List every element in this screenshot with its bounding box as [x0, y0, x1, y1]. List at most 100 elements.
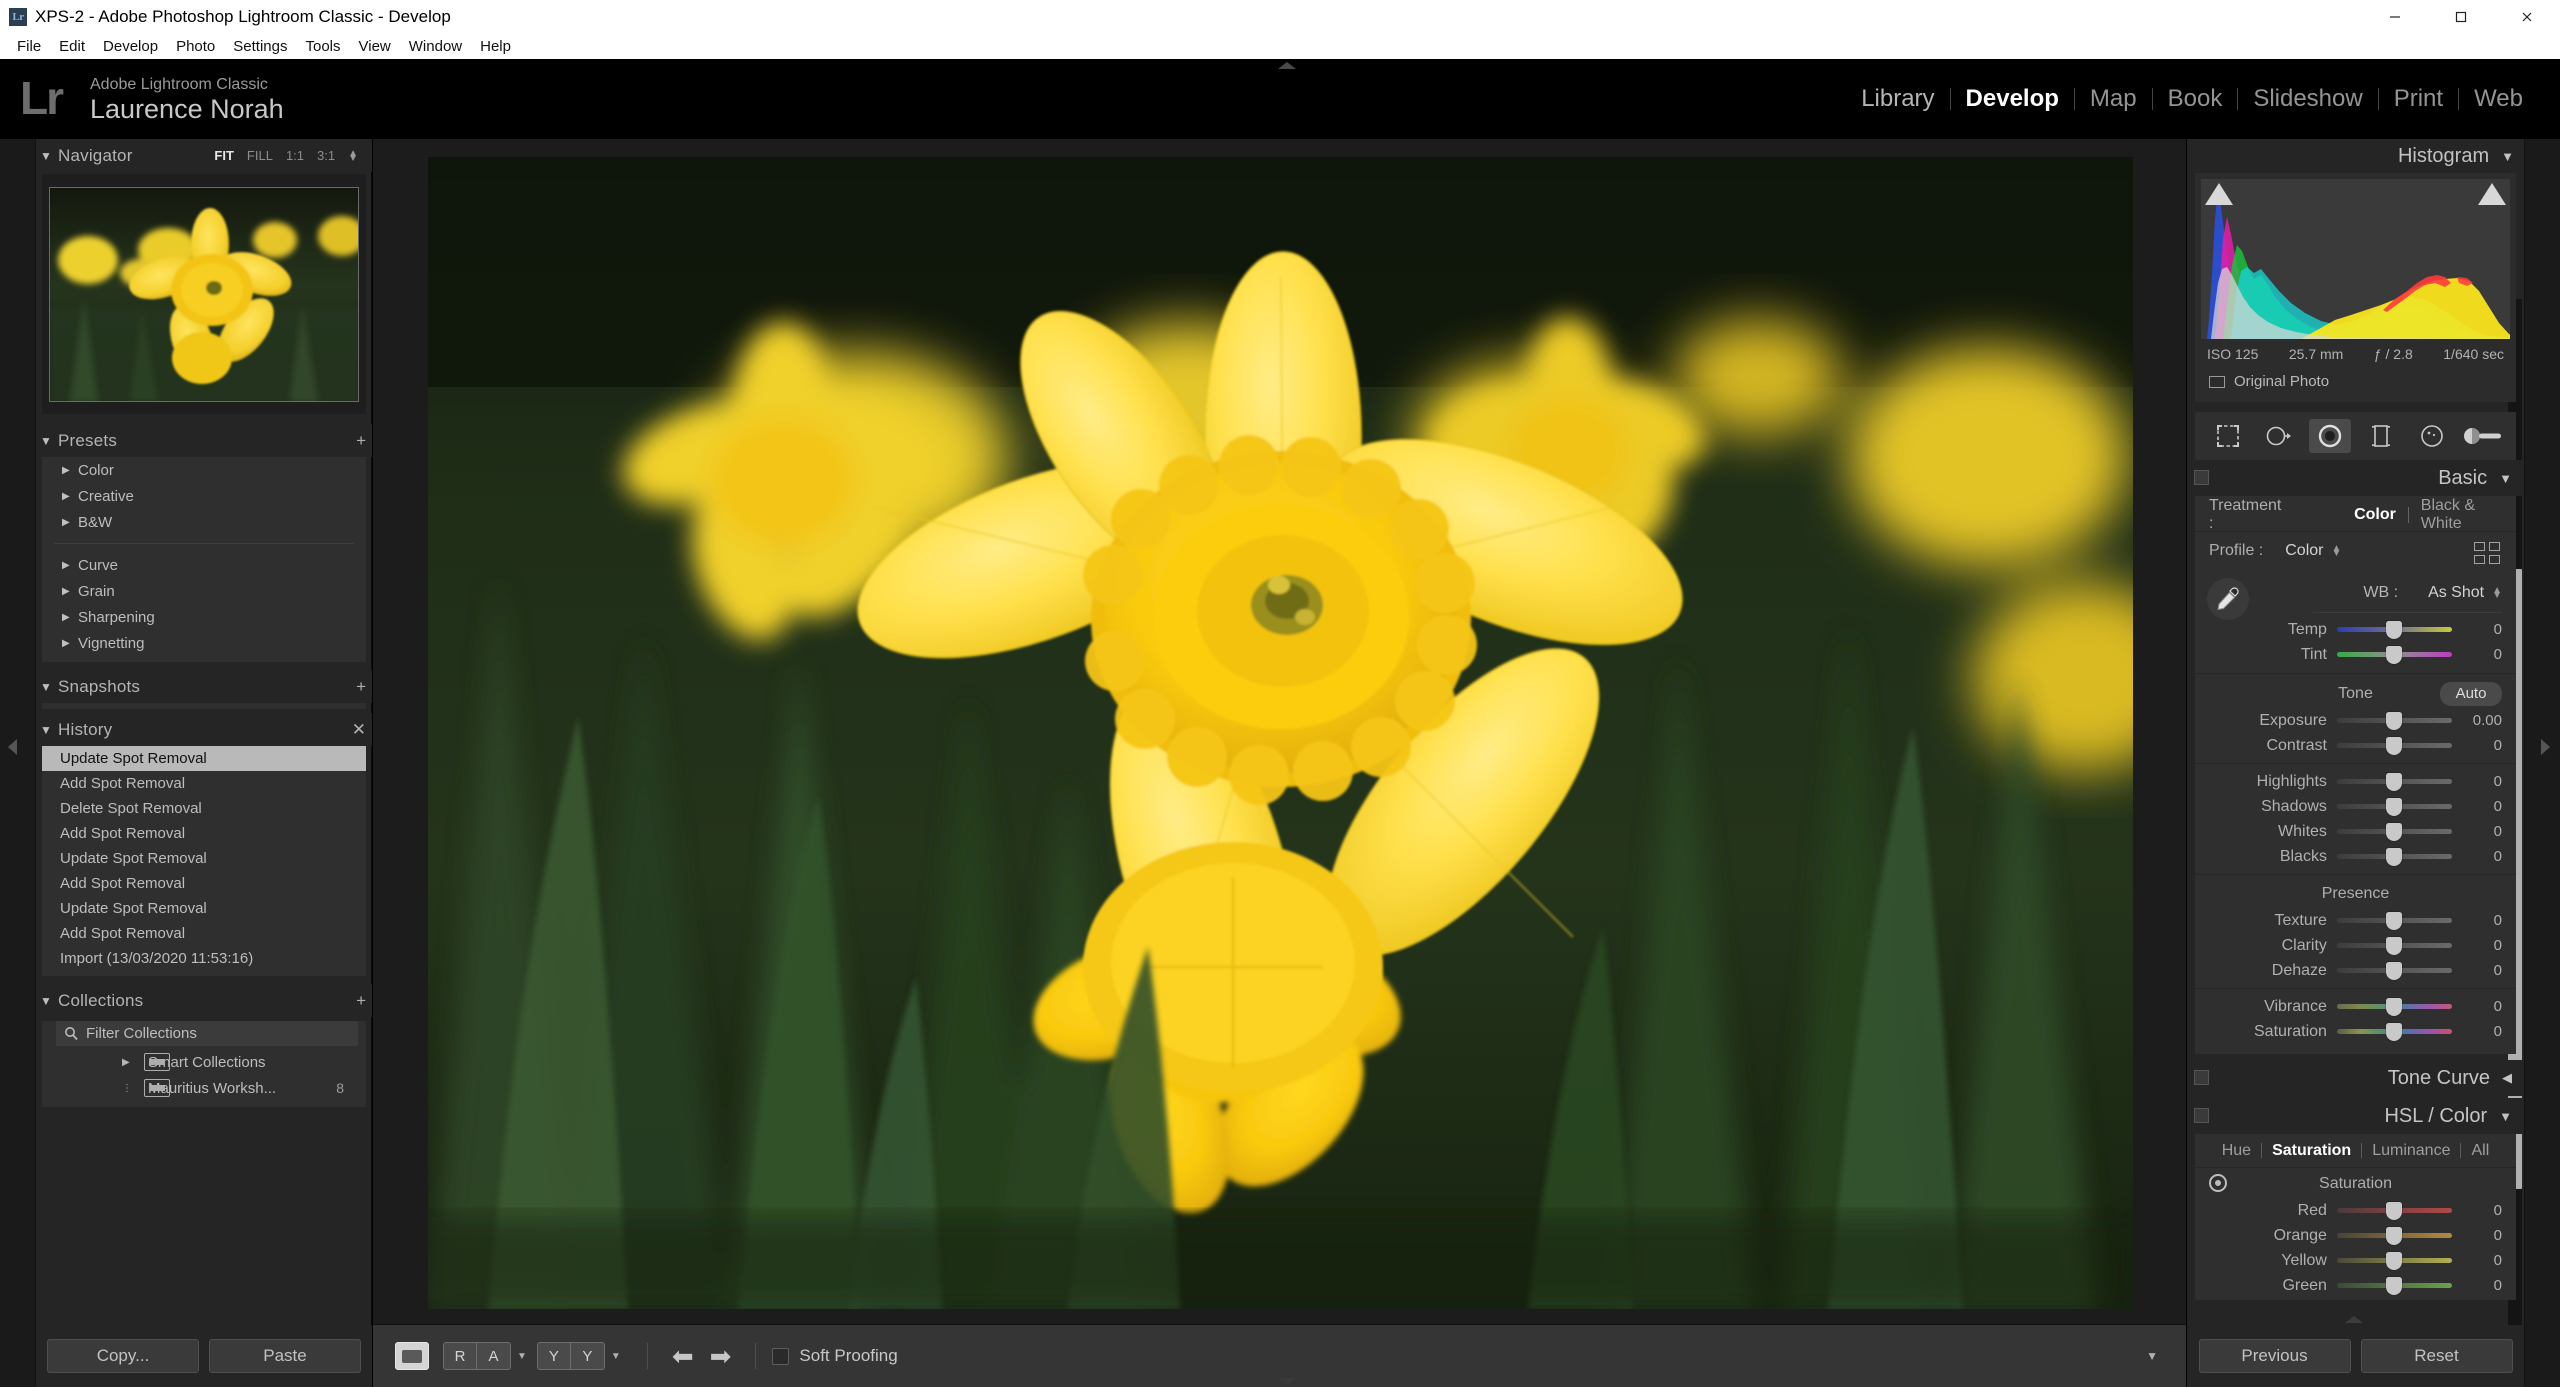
- zoom-fit[interactable]: FIT: [214, 148, 234, 163]
- texture-slider-knob[interactable]: [2386, 912, 2403, 930]
- before-view-button[interactable]: Y: [536, 1342, 571, 1370]
- radial-filter-icon[interactable]: [2411, 419, 2453, 453]
- profile-value[interactable]: Color: [2285, 542, 2323, 560]
- history-item[interactable]: Add Spot Removal: [42, 821, 366, 846]
- hsl-orange-value[interactable]: 0: [2466, 1227, 2516, 1244]
- snapshots-disclosure-icon[interactable]: ▼: [40, 680, 58, 694]
- histogram-header[interactable]: Histogram ▼: [2187, 139, 2524, 173]
- add-preset-icon[interactable]: +: [356, 432, 366, 449]
- wb-value[interactable]: As Shot: [2428, 584, 2484, 602]
- hsl-tab-luminance[interactable]: Luminance: [2372, 1142, 2450, 1160]
- histogram-disclosure-icon[interactable]: ▼: [2501, 149, 2514, 164]
- tone-curve-header[interactable]: Tone Curve ◀: [2187, 1060, 2524, 1096]
- basic-disclosure-icon[interactable]: ▼: [2499, 471, 2512, 486]
- module-book[interactable]: Book: [2153, 85, 2238, 113]
- menu-settings[interactable]: Settings: [224, 37, 296, 56]
- hsl-green-value[interactable]: 0: [2466, 1277, 2516, 1294]
- eyedropper-icon[interactable]: [2207, 578, 2249, 620]
- menu-tools[interactable]: Tools: [296, 37, 349, 56]
- presets-disclosure-icon[interactable]: ▼: [40, 434, 58, 448]
- loupe-view-button[interactable]: [395, 1342, 429, 1370]
- history-item[interactable]: Delete Spot Removal: [42, 796, 366, 821]
- profile-grid-icon[interactable]: [2474, 542, 2500, 564]
- whites-slider-knob[interactable]: [2386, 823, 2403, 841]
- copy-button[interactable]: Copy...: [47, 1339, 199, 1373]
- hsl-orange-slider-knob[interactable]: [2386, 1227, 2403, 1245]
- menu-view[interactable]: View: [350, 37, 400, 56]
- history-item[interactable]: Update Spot Removal: [42, 846, 366, 871]
- dehaze-value[interactable]: 0: [2466, 962, 2516, 979]
- zoom-fill[interactable]: FILL: [247, 148, 273, 163]
- close-button[interactable]: [2494, 0, 2560, 33]
- contrast-value[interactable]: 0: [2466, 737, 2516, 754]
- red-eye-correction-icon[interactable]: [2309, 419, 2352, 453]
- exposure-value[interactable]: 0.00: [2466, 712, 2516, 729]
- blacks-slider[interactable]: [2336, 848, 2452, 866]
- module-library[interactable]: Library: [1846, 85, 1949, 113]
- hsl-color-header[interactable]: HSL / Color ▼: [2187, 1098, 2524, 1134]
- preset-group-color[interactable]: ▶ Color: [42, 457, 366, 483]
- saturation-slider-knob[interactable]: [2386, 1023, 2403, 1041]
- menu-photo[interactable]: Photo: [167, 37, 224, 56]
- whites-value[interactable]: 0: [2466, 823, 2516, 840]
- preset-group-bw[interactable]: ▶ B&W: [42, 509, 366, 535]
- right-panel-scroll-caret[interactable]: [2345, 1316, 2363, 1323]
- clear-history-icon[interactable]: ✕: [352, 721, 366, 738]
- clarity-value[interactable]: 0: [2466, 937, 2516, 954]
- presets-header[interactable]: ▼ Presets +: [36, 424, 372, 457]
- right-panel-edge[interactable]: [2524, 139, 2560, 1387]
- shadows-value[interactable]: 0: [2466, 798, 2516, 815]
- shadow-clipping-icon[interactable]: [2205, 183, 2233, 205]
- crop-overlay-icon[interactable]: [2207, 419, 2249, 453]
- menu-develop[interactable]: Develop: [94, 37, 167, 56]
- module-develop[interactable]: Develop: [1951, 85, 2074, 113]
- previous-button[interactable]: Previous: [2198, 1339, 2351, 1373]
- temp-slider[interactable]: [2336, 621, 2452, 639]
- toolbar-expand-icon[interactable]: ▼: [2146, 1349, 2158, 1363]
- temp-value[interactable]: 0: [2466, 621, 2516, 638]
- collection-smart-collections[interactable]: ▶ Smart Collections: [42, 1049, 366, 1075]
- left-panel-edge[interactable]: [0, 139, 36, 1387]
- auto-tone-button[interactable]: Auto: [2440, 682, 2502, 706]
- soft-proofing-checkbox[interactable]: [772, 1347, 790, 1365]
- collections-disclosure-icon[interactable]: ▼: [40, 994, 58, 1008]
- history-item[interactable]: Add Spot Removal: [42, 921, 366, 946]
- menu-help[interactable]: Help: [471, 37, 520, 56]
- zoom-1-1[interactable]: 1:1: [286, 148, 304, 163]
- hsl-tab-all[interactable]: All: [2471, 1142, 2489, 1160]
- graduated-filter-icon[interactable]: [2360, 419, 2402, 453]
- temp-slider-knob[interactable]: [2386, 621, 2403, 639]
- filter-collections-input[interactable]: Filter Collections: [56, 1021, 358, 1046]
- hsl-green-slider-knob[interactable]: [2386, 1277, 2403, 1295]
- highlights-slider-knob[interactable]: [2386, 773, 2403, 791]
- right-panel-collapse-arrow-icon[interactable]: [2541, 739, 2550, 755]
- zoom-3-1[interactable]: 3:1: [317, 148, 335, 163]
- menu-window[interactable]: Window: [400, 37, 471, 56]
- history-disclosure-icon[interactable]: ▼: [40, 723, 58, 737]
- texture-slider[interactable]: [2336, 912, 2452, 930]
- contrast-slider-knob[interactable]: [2386, 737, 2403, 755]
- original-photo-checkbox-icon[interactable]: [2209, 375, 2225, 388]
- next-photo-icon[interactable]: ➡: [710, 1343, 732, 1369]
- vibrance-value[interactable]: 0: [2466, 998, 2516, 1015]
- tone-curve-disclosure-icon[interactable]: ◀: [2502, 1070, 2512, 1086]
- before-after-dropdown-icon[interactable]: ▼: [611, 1351, 621, 1362]
- hsl-red-slider[interactable]: [2336, 1202, 2452, 1220]
- history-item[interactable]: Update Spot Removal: [42, 896, 366, 921]
- minimize-button[interactable]: [2362, 0, 2428, 33]
- adjustment-brush-icon[interactable]: [2462, 419, 2504, 453]
- navigator-thumbnail[interactable]: [49, 186, 359, 402]
- hsl-green-slider[interactable]: [2336, 1277, 2452, 1295]
- after-view-button[interactable]: Y: [570, 1342, 605, 1370]
- compare-view-dropdown-icon[interactable]: ▼: [517, 1351, 527, 1362]
- clarity-slider-knob[interactable]: [2386, 937, 2403, 955]
- hsl-red-slider-knob[interactable]: [2386, 1202, 2403, 1220]
- dehaze-slider-knob[interactable]: [2386, 962, 2403, 980]
- history-item[interactable]: Add Spot Removal: [42, 871, 366, 896]
- preset-group-sharpening[interactable]: ▶ Sharpening: [42, 604, 366, 630]
- history-item[interactable]: Update Spot Removal: [42, 746, 366, 771]
- blacks-value[interactable]: 0: [2466, 848, 2516, 865]
- preset-group-curve[interactable]: ▶ Curve: [42, 552, 366, 578]
- bottom-panel-toggle[interactable]: [1278, 1378, 1296, 1385]
- saturation-slider[interactable]: [2336, 1023, 2452, 1041]
